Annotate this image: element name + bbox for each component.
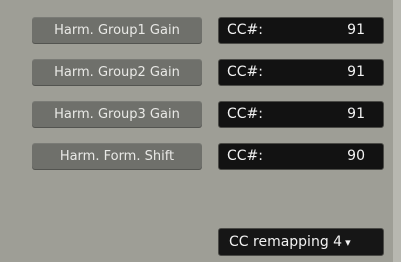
cc-number-field[interactable]: CC#: 91 (218, 101, 384, 128)
cc-value: 91 (347, 22, 365, 38)
cc-number-field[interactable]: CC#: 91 (218, 17, 384, 44)
cc-number-field[interactable]: CC#: 90 (218, 143, 384, 170)
cc-value: 90 (347, 148, 365, 164)
cc-prefix: CC#: (227, 106, 263, 122)
param-label: Harm. Group3 Gain (32, 101, 202, 128)
cc-prefix: CC#: (227, 22, 263, 38)
cc-prefix: CC#: (227, 64, 263, 80)
cc-number-field[interactable]: CC#: 91 (218, 59, 384, 86)
cc-remapping-dropdown[interactable]: CC remapping 4 ▾ (218, 228, 384, 256)
cc-remapping-label: CC remapping 4 (229, 234, 343, 250)
cc-value: 91 (347, 64, 365, 80)
chevron-down-icon: ▾ (345, 236, 351, 249)
cc-mapping-panel: { "rows": [ {"label": "Harm. Group1 Gain… (0, 0, 401, 262)
cc-prefix: CC#: (227, 148, 263, 164)
param-label: Harm. Group2 Gain (32, 59, 202, 86)
panel-edge (393, 0, 401, 262)
param-label: Harm. Group1 Gain (32, 17, 202, 44)
param-label: Harm. Form. Shift (32, 143, 202, 170)
cc-value: 91 (347, 106, 365, 122)
